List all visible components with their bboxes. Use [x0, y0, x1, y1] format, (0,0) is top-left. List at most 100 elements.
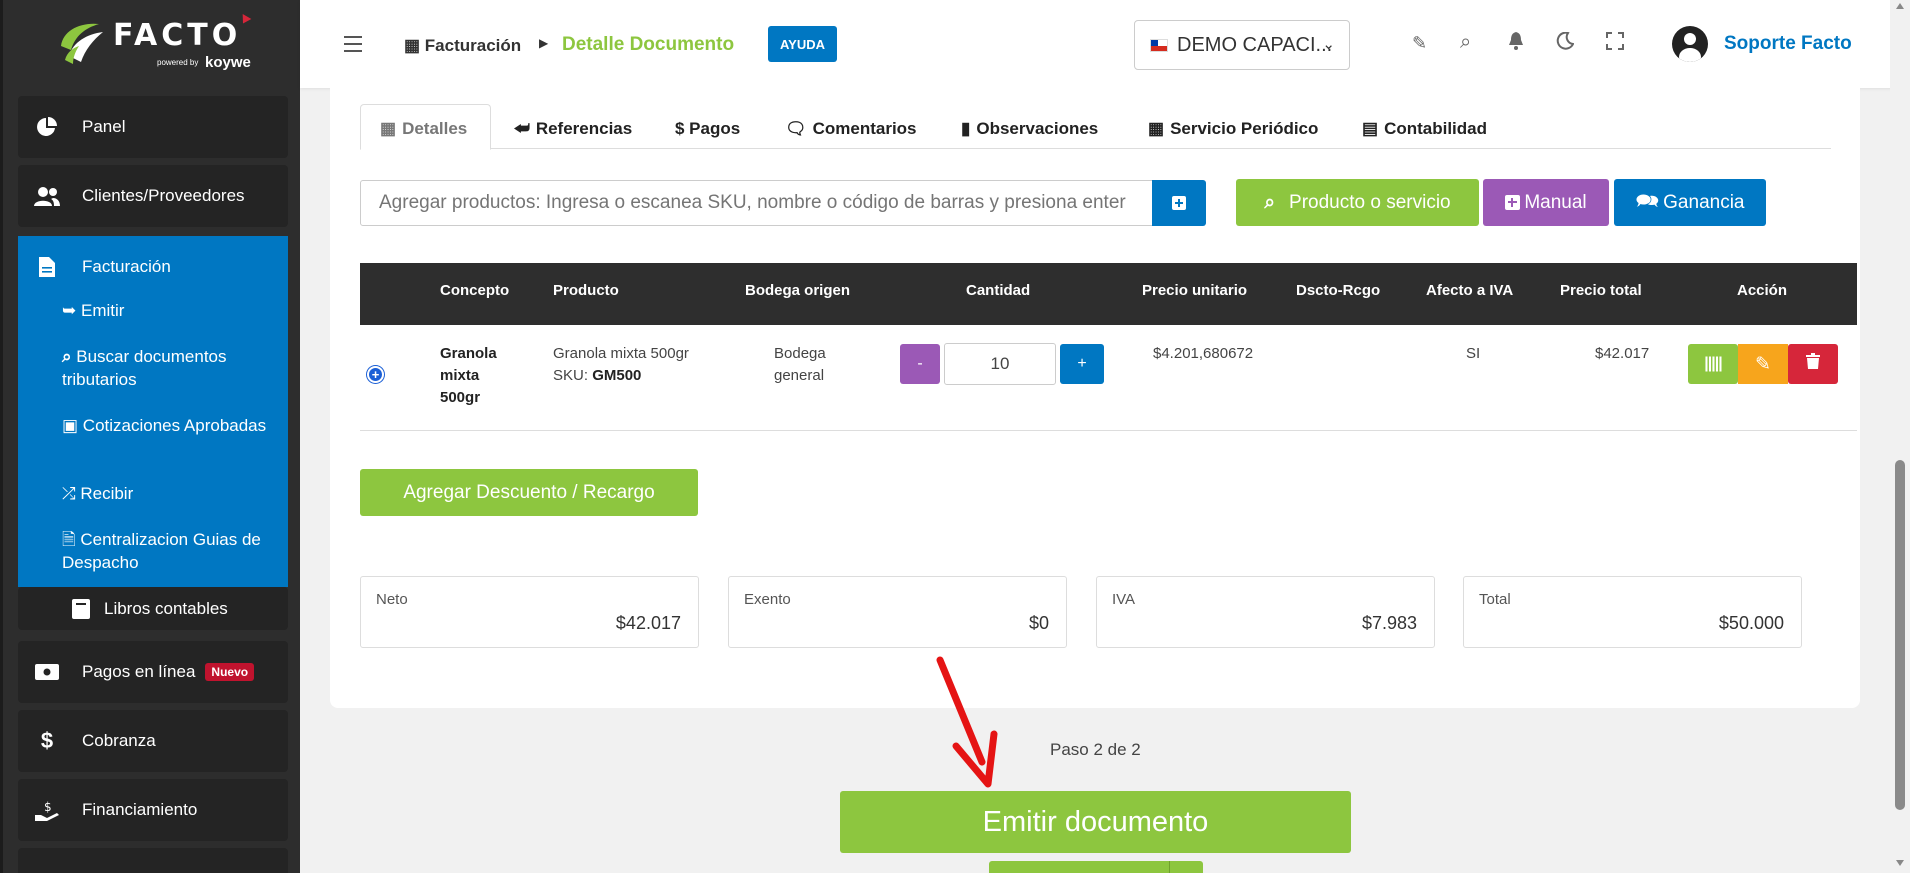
col-header-dscto: Dscto-Rcgo [1296, 282, 1381, 299]
total-label: IVA [1112, 591, 1136, 608]
scrollbar-track[interactable] [1890, 0, 1910, 873]
add-product-input[interactable] [360, 180, 1153, 226]
emitir-documento-button[interactable]: Emitir documento [840, 791, 1351, 853]
product-name: Granola mixta 500gr [553, 345, 689, 362]
total-neto: Neto $42.017 [360, 576, 699, 648]
sidebar-item-more[interactable] [18, 848, 288, 873]
sidebar-item-financiamiento[interactable]: $ Financiamiento [18, 779, 288, 841]
money-bill-icon [34, 661, 60, 683]
delete-button[interactable] [1788, 344, 1838, 384]
sidebar-item-clientes[interactable]: Clientes/Proveedores [18, 165, 288, 227]
tab-label: Servicio Periódico [1170, 119, 1319, 138]
top-header: ▦ Facturación ▶ Detalle Documento AYUDA … [300, 0, 1910, 88]
sidebar-item-label: Clientes/Proveedores [82, 186, 245, 205]
button-label: Producto o servicio [1289, 191, 1451, 213]
ganancia-button[interactable]: 🗪 Ganancia [1614, 179, 1766, 226]
edit-button[interactable]: ✎ [1738, 344, 1788, 384]
chile-flag-icon [1150, 38, 1168, 52]
signature-icon[interactable]: ✎ [1412, 33, 1427, 54]
edit-icon: ✎ [1755, 353, 1771, 375]
scroll-down-icon[interactable] [1896, 860, 1904, 866]
sidebar-subitem-recibir[interactable]: ⤮ Recibir [62, 482, 272, 505]
total-value: $42.017 [615, 613, 681, 633]
book-icon: ▮ [961, 119, 971, 138]
breadcrumb-current: Detalle Documento [562, 34, 735, 55]
facto-logo[interactable]: FACTO powered by koywe [55, 14, 255, 78]
button-label: Ganancia [1663, 191, 1745, 213]
barcode-button[interactable]: ||||| [1688, 344, 1738, 384]
col-header-producto: Producto [553, 282, 619, 299]
bell-icon[interactable] [1508, 32, 1524, 55]
search-icon[interactable]: ⌕ [1460, 31, 1471, 54]
step-indicator: Paso 2 de 2 [1050, 740, 1141, 759]
cell-producto: Granola mixta 500gr SKU: GM500 [553, 343, 733, 387]
calendar-icon: ▦ [1148, 119, 1165, 138]
book-icon [68, 598, 94, 620]
hamburger-menu-icon[interactable] [344, 36, 362, 52]
secondary-button-partial[interactable] [989, 861, 1203, 873]
sidebar-subitem-buscar[interactable]: ⌕ Buscar documentos tributarios [62, 345, 272, 391]
col-header-precio-total: Precio total [1560, 282, 1642, 299]
scrollbar-thumb[interactable] [1895, 460, 1905, 810]
calculator-icon: ▤ [1362, 119, 1379, 138]
producto-servicio-button[interactable]: ⌕ Producto o servicio [1236, 179, 1479, 226]
tab-label: $ Pagos [675, 119, 741, 138]
breadcrumb-root[interactable]: ▦ Facturación [404, 36, 521, 56]
search-icon: ⌕ [1264, 191, 1276, 213]
facto-logo-icon [61, 23, 103, 64]
col-header-cantidad: Cantidad [966, 282, 1031, 299]
tab-comentarios[interactable]: 🗨 Comentarios [785, 110, 917, 148]
user-avatar[interactable] [1672, 26, 1708, 62]
total-exento: Exento $0 [728, 576, 1067, 648]
quantity-input[interactable] [944, 343, 1056, 385]
cell-precio-unitario: $4.201,680672 [1153, 345, 1254, 362]
dollar-icon: $ [40, 728, 54, 753]
user-name[interactable]: Soporte Facto [1724, 33, 1852, 55]
total-total: Total $50.000 [1463, 576, 1802, 648]
total-value: $50.000 [1718, 613, 1784, 633]
sidebar-subitem-emitir[interactable]: ➥ Emitir [62, 299, 272, 322]
tabs-divider [360, 148, 1831, 149]
increase-quantity-button[interactable]: + [1060, 344, 1104, 384]
tab-referencias[interactable]: ⮨ Referencias [514, 110, 632, 148]
scroll-up-icon[interactable] [1896, 3, 1904, 9]
sidebar-item-facturacion[interactable]: Facturación [18, 236, 288, 298]
tab-detalles[interactable]: ▦ Detalles [380, 110, 467, 148]
tab-pagos[interactable]: $ Pagos [675, 110, 740, 148]
hand-holding-dollar-icon: $ [34, 799, 60, 821]
sidebar-item-label: Cobranza [82, 731, 156, 750]
add-product-button[interactable] [1152, 180, 1206, 226]
table-icon: ▦ [380, 119, 397, 138]
agregar-descuento-button[interactable]: Agregar Descuento / Recargo [360, 469, 698, 516]
sidebar-item-cobranza[interactable]: $ Cobranza [18, 710, 288, 772]
plus-square-icon [1505, 195, 1521, 210]
cell-bodega: Bodega general [774, 345, 826, 384]
sidebar-subitem-libros[interactable]: Libros contables [18, 587, 288, 630]
breadcrumb-separator-icon: ▶ [539, 36, 549, 50]
manual-button[interactable]: Manual [1483, 179, 1609, 226]
tab-contabilidad[interactable]: ▤ Contabilidad [1362, 110, 1487, 148]
facto-wordmark: FACTO [113, 18, 242, 53]
tab-observaciones[interactable]: ▮ Observaciones [961, 110, 1098, 148]
briefcase-icon: ▣ [62, 416, 79, 435]
total-iva: IVA $7.983 [1096, 576, 1435, 648]
expand-row-icon[interactable]: + [367, 366, 384, 383]
cell-afecto-iva: SI [1466, 345, 1481, 362]
fullscreen-icon[interactable] [1606, 32, 1624, 55]
building-icon: ▦ [404, 36, 421, 55]
company-select[interactable]: DEMO CAPACI... ⌄ [1134, 20, 1350, 70]
total-label: Exento [744, 591, 791, 608]
subitem-label: Recibir [80, 484, 134, 503]
tab-servicio-periodico[interactable]: ▦ Servicio Periódico [1148, 110, 1318, 148]
sidebar-subitem-cotizaciones[interactable]: ▣ Cotizaciones Aprobadas [62, 414, 272, 437]
sidebar-subitem-centralizacion[interactable]: 🗎 Centralizacion Guias de Despacho [62, 528, 272, 574]
sidebar-item-pagos[interactable]: Pagos en línea Nuevo [18, 641, 288, 703]
moon-icon[interactable] [1556, 31, 1575, 55]
decrease-quantity-button[interactable]: - [900, 344, 940, 384]
product-sku: SKU: GM500 [553, 365, 733, 387]
sidebar-item-label: Pagos en línea [82, 662, 196, 681]
help-button[interactable]: AYUDA [768, 26, 837, 62]
sidebar-item-panel[interactable]: Panel [18, 96, 288, 158]
plus-square-icon [1172, 196, 1186, 210]
total-label: Total [1479, 591, 1511, 608]
